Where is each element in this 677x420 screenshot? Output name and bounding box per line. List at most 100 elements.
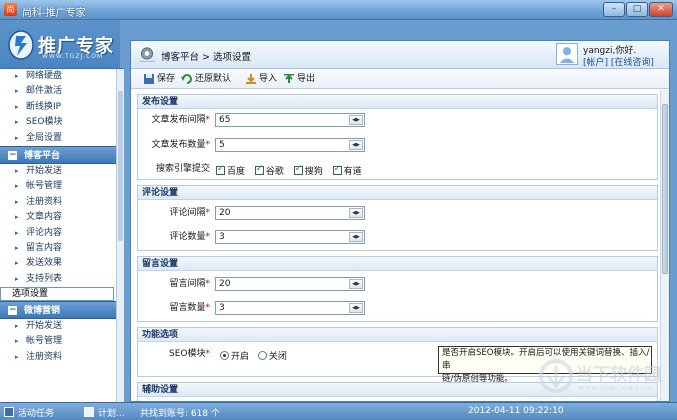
comment-count-stepper[interactable]: 3 ◀▶ (215, 230, 365, 244)
arrow-right-icon: ▸ (15, 337, 19, 346)
engine-checkbox-youdao[interactable]: 有道 (332, 164, 362, 177)
logo-icon (8, 30, 34, 60)
sidebar-item-label: 留言内容 (26, 242, 63, 253)
sidebar-item-label: 注册资料 (26, 351, 63, 362)
comment-interval-stepper[interactable]: 20 ◀▶ (215, 206, 365, 220)
import-icon (246, 74, 256, 84)
minimize-button[interactable]: – (603, 2, 625, 17)
publish-interval-value: 65 (219, 115, 231, 125)
radio-unselected-icon (257, 351, 267, 360)
sidebar-item[interactable]: ▸ 邮件激活 (0, 84, 124, 99)
sidebar-item[interactable]: 选项设置 (0, 287, 114, 302)
stepper-arrows-icon[interactable]: ◀▶ (349, 279, 363, 289)
export-icon (284, 74, 294, 83)
sidebar-group-title: 微博营销 (24, 306, 61, 317)
avatar (556, 43, 578, 65)
search-engine-checkboxes: 百度 谷歌 搜狗 有道 (216, 164, 362, 177)
sidebar-group-header[interactable]: − 微博营销 (0, 301, 124, 320)
checkbox-checked-icon (332, 164, 342, 175)
engine-checkbox-baidu[interactable]: 百度 (216, 164, 246, 177)
sidebar-item[interactable]: ▸ 开始发送 (0, 319, 124, 334)
maximize-button[interactable]: □ (626, 2, 648, 17)
sidebar-item[interactable]: ▸ SEO模块 (0, 115, 124, 130)
sidebar-item[interactable]: ▸ 注册资料 (0, 195, 124, 210)
arrow-right-icon: ▸ (15, 322, 19, 331)
sidebar-item-label: 全局设置 (26, 132, 63, 143)
undo-icon (181, 74, 192, 84)
sidebar-item-label: 帐号管理 (26, 181, 63, 192)
sidebar-item[interactable]: ▸ 帐号管理 (0, 334, 124, 349)
engine-checkbox-google[interactable]: 谷歌 (254, 164, 284, 177)
active-tasks-label[interactable]: 活动任务 (18, 406, 54, 419)
sidebar-item[interactable]: ▸ 注册资料 (0, 350, 124, 365)
sidebar-item-label: 评论内容 (26, 227, 63, 238)
save-label: 保存 (157, 74, 176, 84)
sidebar: ▸ 网络硬盘 ▸ 邮件激活 ▸ 断线换IP ▸ SEO模块 ▸ 全局设置 − 博客平台 ▸ 开始发送 ▸ 帐号… (0, 68, 124, 402)
comment-count-value: 3 (219, 232, 225, 242)
section-title: 发布设置 (138, 95, 657, 109)
calendar-icon (84, 407, 94, 417)
publish-interval-stepper[interactable]: 65 ◀▶ (215, 113, 365, 127)
message-count-stepper[interactable]: 3 ◀▶ (215, 301, 365, 315)
export-button[interactable]: 导出 (283, 72, 315, 86)
seo-off-radio[interactable]: 关闭 (257, 351, 287, 362)
sidebar-item[interactable]: ▸ 全局设置 (0, 131, 124, 146)
arrow-right-icon: ▸ (15, 352, 19, 361)
sidebar-item[interactable]: ▸ 支持列表 (0, 272, 124, 287)
seo-on-radio[interactable]: 开启 (220, 351, 249, 362)
sidebar-item[interactable]: ▸ 帐号管理 (0, 179, 124, 194)
sidebar-item[interactable]: ▸ 评论内容 (0, 226, 124, 241)
close-button[interactable]: ✕ (649, 2, 673, 17)
sidebar-item-label: 帐号管理 (26, 336, 63, 347)
sidebar-item-label: 选项设置 (12, 289, 49, 300)
user-links[interactable]: [帐户] [在线咨询] (583, 55, 654, 68)
message-count-label: 留言数量 (169, 303, 206, 313)
collapse-icon[interactable]: − (8, 306, 17, 316)
sidebar-scrollbar[interactable] (116, 69, 124, 402)
comment-interval-value: 20 (219, 208, 231, 218)
sidebar-list: ▸ 网络硬盘 ▸ 邮件激活 ▸ 断线换IP ▸ SEO模块 ▸ 全局设置 − 博客平台 ▸ 开始发送 ▸ 帐号… (0, 69, 124, 365)
stepper-arrows-icon[interactable]: ◀▶ (349, 115, 363, 125)
message-count-value: 3 (219, 303, 225, 313)
brand-logo: 推广专家 WWW.TGZJ.COM (0, 20, 120, 68)
collapse-icon[interactable]: − (8, 150, 17, 160)
section-title: 留言设置 (138, 257, 657, 271)
gear-icon (139, 46, 155, 62)
import-button[interactable]: 导入 (245, 72, 277, 86)
arrow-right-icon: ▸ (15, 118, 19, 127)
section-title: 评论设置 (138, 186, 657, 200)
radio-label: 关闭 (268, 352, 287, 362)
engine-label: 有道 (343, 167, 362, 177)
sidebar-item[interactable]: ▸ 发送效果 (0, 256, 124, 271)
restore-default-button[interactable]: 还原默认 (181, 72, 231, 86)
publish-count-stepper[interactable]: 5 ◀▶ (215, 138, 365, 152)
comment-interval-label: 评论间隔 (169, 208, 206, 218)
sidebar-item[interactable]: ▸ 留言内容 (0, 241, 124, 256)
window-title: 尚科-推广专家 (22, 8, 86, 19)
engine-checkbox-sogou[interactable]: 搜狗 (293, 164, 323, 177)
arrow-right-icon: ▸ (15, 72, 19, 80)
comment-count-label: 评论数量 (169, 232, 206, 242)
stepper-arrows-icon[interactable]: ◀▶ (349, 140, 363, 150)
message-interval-stepper[interactable]: 20 ◀▶ (215, 277, 365, 291)
watermark: 当下软件园 www.downxia.com (536, 352, 676, 402)
window-titlebar: 尚 尚科-推广专家 – □ ✕ (0, 0, 677, 20)
stepper-arrows-icon[interactable]: ◀▶ (349, 303, 363, 313)
stepper-arrows-icon[interactable]: ◀▶ (349, 208, 363, 218)
stepper-arrows-icon[interactable]: ◀▶ (349, 232, 363, 242)
publish-interval-label: 文章发布间隔 (151, 115, 206, 125)
sidebar-item[interactable]: ▸ 断线换IP (0, 100, 124, 115)
seo-module-label: SEO模块 (169, 349, 206, 359)
main-panel: 博客平台 > 选项设置 yangzi,你好. [帐户] [在线咨询] 保存 还原… (130, 40, 670, 402)
engine-label: 百度 (227, 167, 246, 177)
sidebar-item-label: 开始发送 (26, 321, 63, 332)
sidebar-group-header[interactable]: − 博客平台 (0, 145, 124, 164)
plan-label[interactable]: 计划... (98, 406, 125, 419)
sidebar-item[interactable]: ▸ 文章内容 (0, 210, 124, 225)
logo-subtext: WWW.TGZJ.COM (42, 53, 104, 60)
engine-label: 谷歌 (265, 167, 284, 177)
watermark-text: 当下软件园 (576, 365, 661, 385)
sidebar-item[interactable]: ▸ 开始发送 (0, 164, 124, 179)
save-button[interactable]: 保存 (143, 72, 175, 86)
sidebar-item[interactable]: ▸ 网络硬盘 (0, 69, 124, 84)
